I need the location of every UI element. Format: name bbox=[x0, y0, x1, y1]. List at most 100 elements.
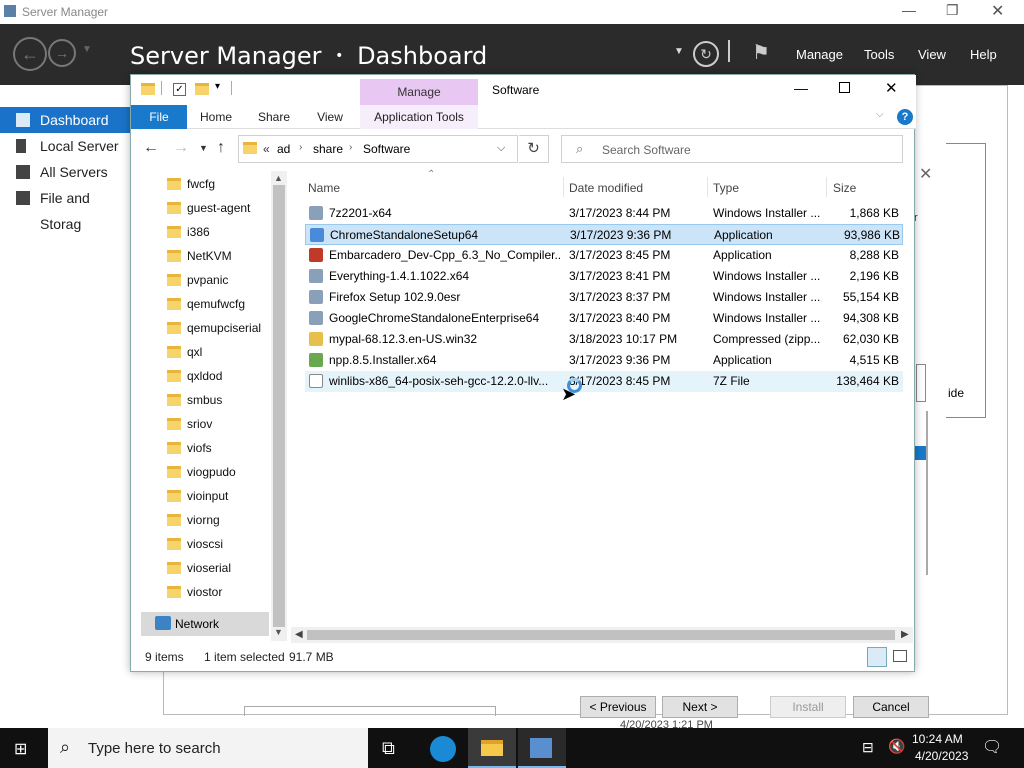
help-icon[interactable]: ? bbox=[897, 109, 913, 125]
volume-muted-icon[interactable]: 🔇 bbox=[888, 738, 905, 755]
nav-forward-icon[interactable]: → bbox=[173, 139, 189, 157]
column-date-modified[interactable]: Date modified bbox=[569, 181, 643, 195]
nav-local-server[interactable]: Local Server bbox=[0, 133, 130, 159]
edge-icon[interactable] bbox=[430, 736, 456, 762]
menu-tools[interactable]: Tools bbox=[864, 47, 894, 62]
action-center-icon[interactable]: 🗨 bbox=[982, 737, 1002, 757]
nav-back-icon[interactable]: ← bbox=[143, 139, 159, 157]
search-placeholder[interactable]: Search Software bbox=[602, 143, 691, 157]
file-row[interactable]: GoogleChromeStandaloneEnterprise64 3/17/2… bbox=[305, 308, 903, 329]
close-icon[interactable]: ✕ bbox=[991, 1, 1004, 21]
large-icons-view-icon[interactable] bbox=[893, 650, 907, 662]
tree-item[interactable]: fwcfg bbox=[167, 173, 215, 195]
refresh-address-icon[interactable]: ↻ bbox=[519, 135, 549, 163]
tree-item[interactable]: pvpanic bbox=[167, 269, 228, 291]
dialog-close-icon[interactable]: ✕ bbox=[885, 79, 898, 97]
task-view-icon[interactable]: ⧉ bbox=[382, 738, 395, 759]
menu-manage[interactable]: Manage bbox=[796, 47, 843, 62]
tree-item[interactable]: viostor bbox=[167, 581, 222, 603]
scroll-right-icon[interactable]: ▶ bbox=[901, 629, 909, 640]
maximize-icon[interactable]: ❐ bbox=[946, 2, 959, 19]
tree-item[interactable]: vioscsi bbox=[167, 533, 223, 555]
nav-file-storage[interactable]: File and Storag bbox=[0, 185, 130, 232]
nav-all-servers[interactable]: All Servers bbox=[0, 159, 130, 185]
horizontal-scrollbar[interactable]: ◀ ▶ bbox=[291, 627, 913, 643]
scroll-up-icon[interactable]: ▲ bbox=[274, 173, 283, 183]
tree-item[interactable]: qemupciserial bbox=[167, 317, 261, 339]
tree-scrollbar[interactable]: ▲ ▼ bbox=[271, 171, 287, 641]
taskbar-server-manager[interactable] bbox=[518, 728, 566, 768]
next-button[interactable]: Next > bbox=[662, 696, 738, 718]
back-icon[interactable]: ← bbox=[13, 37, 47, 71]
qat-dropdown-icon[interactable]: ▾ bbox=[215, 81, 220, 92]
hscroll-thumb[interactable] bbox=[307, 630, 895, 640]
tree-item[interactable]: viogpudo bbox=[167, 461, 236, 483]
file-row[interactable]: Firefox Setup 102.9.0esr 3/17/2023 8:37 P… bbox=[305, 287, 903, 308]
file-row[interactable]: mypal-68.12.3.en-US.win32 3/18/2023 10:17… bbox=[305, 329, 903, 350]
column-size[interactable]: Size bbox=[833, 181, 856, 195]
menu-help[interactable]: Help bbox=[970, 47, 997, 62]
clock-date[interactable]: 4/20/2023 bbox=[915, 749, 968, 763]
tree-item[interactable]: qxldod bbox=[167, 365, 222, 387]
column-name[interactable]: Name bbox=[308, 181, 340, 195]
file-row[interactable]: ChromeStandaloneSetup64 3/17/2023 9:36 PM… bbox=[305, 224, 903, 245]
up-folder-icon[interactable]: ↑ bbox=[217, 139, 225, 157]
network-tray-icon[interactable]: ⊟ bbox=[862, 739, 874, 756]
tree-item-network[interactable]: Network bbox=[141, 612, 269, 636]
forward-icon[interactable]: → bbox=[48, 39, 76, 67]
file-row[interactable]: npp.8.5.Installer.x64 3/17/2023 9:36 PM Ap… bbox=[305, 350, 903, 371]
manage-tab-header[interactable]: Manage bbox=[360, 79, 478, 105]
tree-item[interactable]: smbus bbox=[167, 389, 222, 411]
breadcrumb-share[interactable]: share bbox=[313, 142, 343, 156]
tree-item[interactable]: qemufwcfg bbox=[167, 293, 245, 315]
file-row[interactable]: Everything-1.4.1.1022.x64 3/17/2023 8:41 … bbox=[305, 266, 903, 287]
nav-dashboard[interactable]: Dashboard bbox=[0, 107, 130, 133]
dropdown-icon[interactable]: ▼ bbox=[674, 46, 684, 57]
new-folder-icon[interactable] bbox=[195, 83, 209, 95]
tree-item[interactable]: i386 bbox=[167, 221, 210, 243]
dialog-minimize-icon[interactable]: — bbox=[794, 80, 808, 96]
tree-item[interactable]: viorng bbox=[167, 509, 220, 531]
file-row[interactable]: winlibs-x86_64-posix-seh-gcc-12.2.0-llv.… bbox=[305, 371, 903, 392]
tab-share[interactable]: Share bbox=[251, 105, 297, 129]
column-divider[interactable] bbox=[826, 177, 827, 197]
tree-item[interactable]: NetKVM bbox=[167, 245, 232, 267]
refresh-icon[interactable]: ↻ bbox=[693, 41, 719, 67]
tree-item[interactable]: vioserial bbox=[167, 557, 231, 579]
install-button[interactable]: Install bbox=[770, 696, 846, 718]
cancel-button[interactable]: Cancel bbox=[853, 696, 929, 718]
tree-item[interactable]: guest-agent bbox=[167, 197, 250, 219]
tree-item[interactable]: qxl bbox=[167, 341, 202, 363]
dialog-maximize-icon[interactable] bbox=[839, 82, 850, 93]
tab-home[interactable]: Home bbox=[193, 105, 239, 129]
tree-item[interactable]: sriov bbox=[167, 413, 212, 435]
recent-locations-icon[interactable]: ▼ bbox=[199, 143, 208, 153]
file-row[interactable]: Embarcadero_Dev-Cpp_6.3_No_Compiler... 3/… bbox=[305, 245, 903, 266]
minimize-icon[interactable]: — bbox=[902, 2, 916, 18]
history-dropdown-icon[interactable]: ▼ bbox=[82, 44, 92, 55]
taskbar-search-placeholder[interactable]: Type here to search bbox=[88, 740, 221, 757]
tree-item[interactable]: viofs bbox=[167, 437, 212, 459]
breadcrumb-software[interactable]: Software bbox=[363, 142, 410, 156]
file-row[interactable]: 7z2201-x64 3/17/2023 8:44 PM Windows Insta… bbox=[305, 203, 903, 224]
column-type[interactable]: Type bbox=[713, 181, 739, 195]
column-divider[interactable] bbox=[563, 177, 564, 197]
address-dropdown-icon[interactable]: ⌵ bbox=[497, 142, 505, 155]
properties-icon[interactable]: ✓ bbox=[173, 83, 186, 96]
previous-button[interactable]: < Previous bbox=[580, 696, 656, 718]
start-windows-icon[interactable]: ⊞ bbox=[14, 739, 32, 758]
notifications-flag-icon[interactable]: ⚑ bbox=[752, 40, 770, 65]
details-view-icon[interactable] bbox=[867, 647, 887, 667]
scroll-down-icon[interactable]: ▼ bbox=[274, 627, 283, 637]
tree-item[interactable]: vioinput bbox=[167, 485, 228, 507]
wizard-close-icon[interactable]: ✕ bbox=[919, 164, 932, 184]
taskbar-search[interactable]: ⌕ Type here to search bbox=[48, 728, 368, 768]
address-bar[interactable]: « ad › share › Software ⌵ bbox=[238, 135, 518, 163]
ribbon-expand-icon[interactable]: ⌵ bbox=[876, 109, 884, 120]
address-overflow[interactable]: « bbox=[263, 142, 270, 156]
clock-time[interactable]: 10:24 AM bbox=[912, 732, 963, 746]
scrollbar-thumb[interactable] bbox=[273, 185, 285, 627]
tab-application-tools[interactable]: Application Tools bbox=[360, 105, 478, 129]
tab-view[interactable]: View bbox=[309, 105, 351, 129]
column-divider[interactable] bbox=[707, 177, 708, 197]
